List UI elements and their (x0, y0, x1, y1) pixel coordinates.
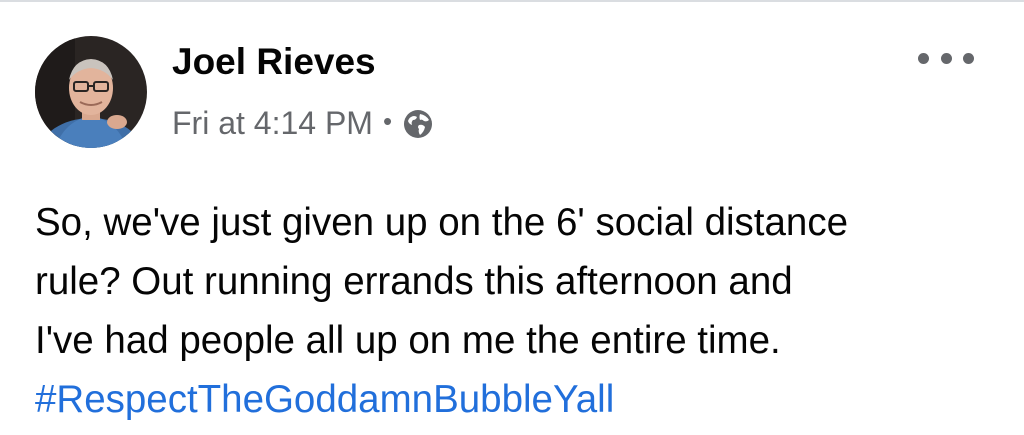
post-body: So, we've just given up on the 6' social… (35, 193, 1010, 429)
post-body-line: rule? Out running errands this afternoon… (35, 260, 793, 303)
post-meta: Fri at 4:14 PM • (172, 101, 434, 145)
globe-icon[interactable] (402, 108, 434, 140)
more-dot (918, 52, 929, 64)
author-avatar[interactable] (35, 36, 147, 148)
post-timestamp[interactable]: Fri at 4:14 PM (172, 105, 373, 142)
profile-photo-icon (35, 36, 147, 148)
author-name[interactable]: Joel Rieves (172, 40, 376, 84)
more-dot (963, 52, 974, 64)
post-body-line: So, we've just given up on the 6' social… (35, 201, 848, 244)
meta-separator: • (382, 106, 393, 136)
post-body-line: I've had people all up on me the entire … (35, 319, 781, 362)
more-dot (940, 52, 952, 64)
more-options-icon[interactable] (918, 44, 974, 72)
post-card: Joel Rieves Fri at 4:14 PM • So, we've j… (0, 0, 1024, 435)
hashtag-link[interactable]: #RespectTheGoddamnBubbleYall (35, 370, 1010, 429)
